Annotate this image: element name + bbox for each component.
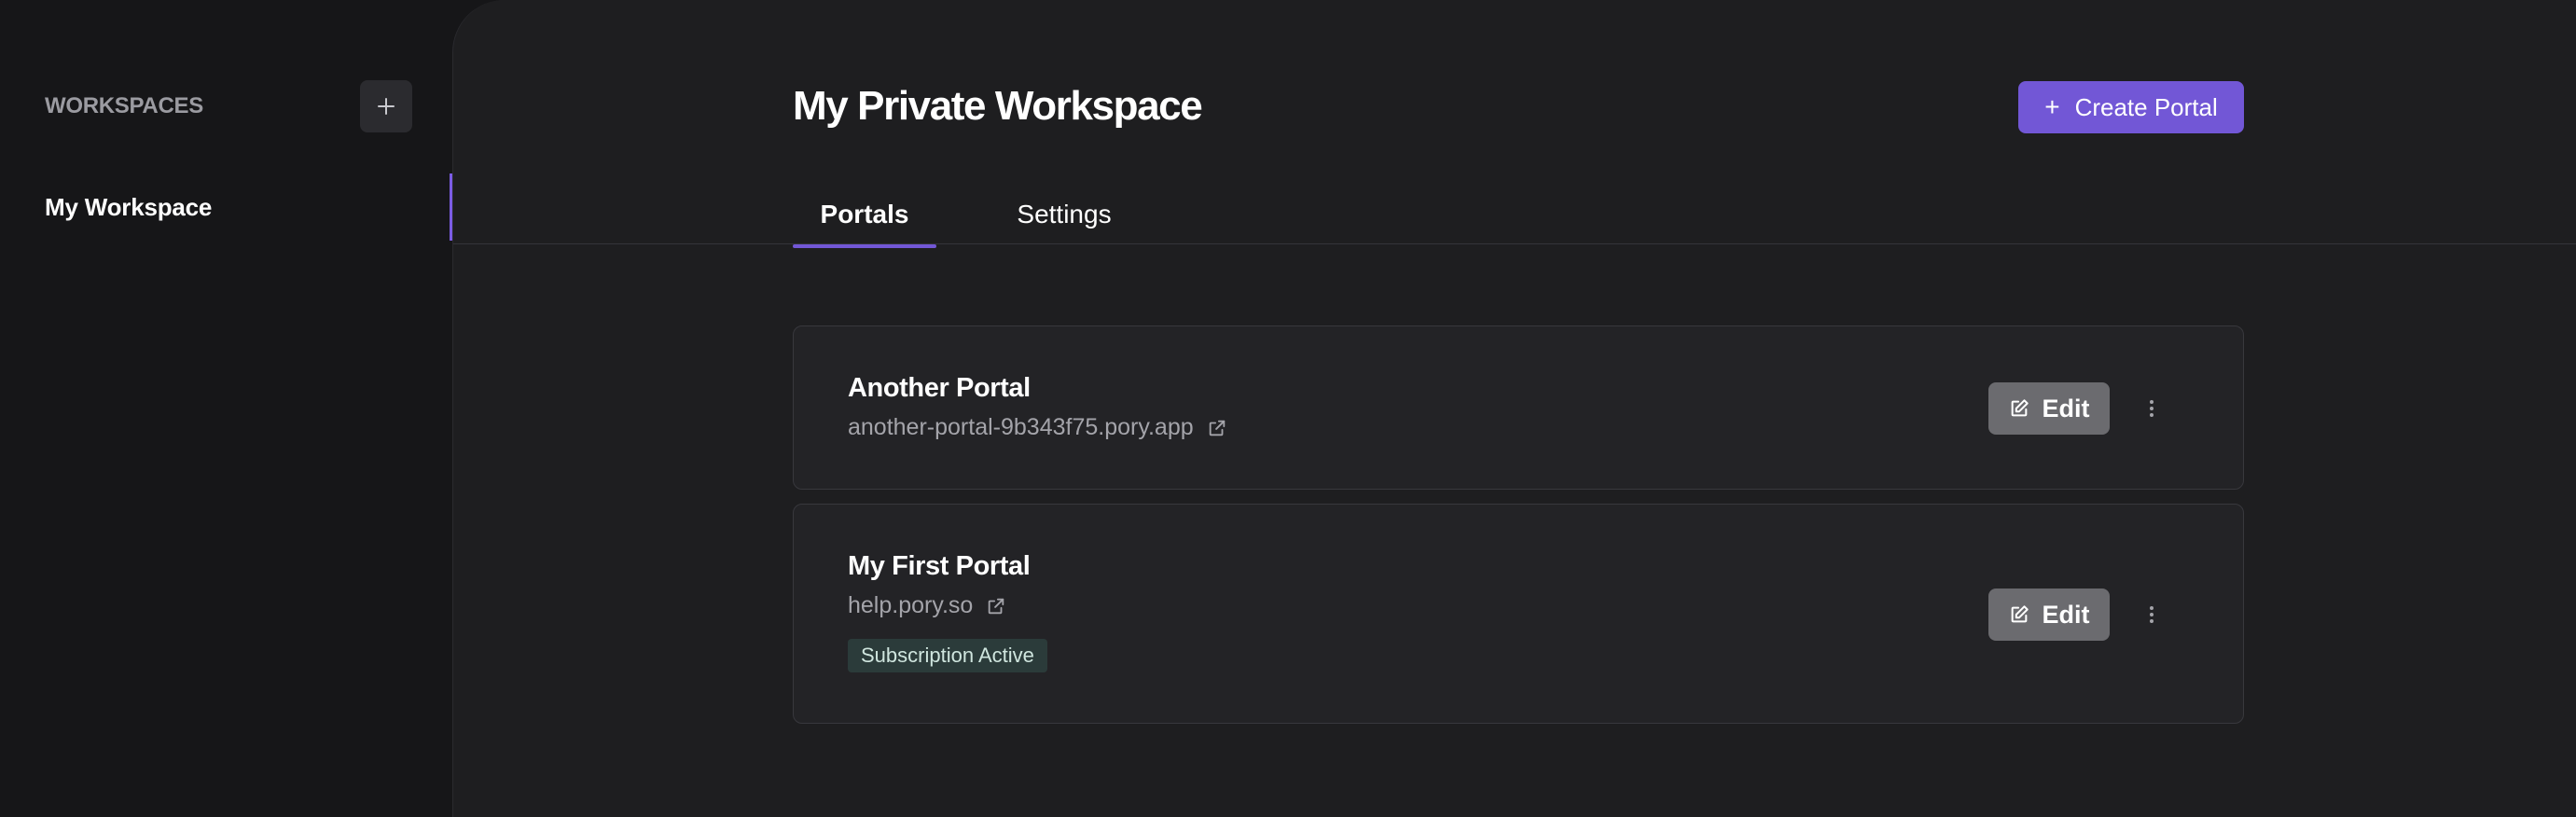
edit-icon — [2011, 399, 2029, 417]
plus-icon — [378, 98, 395, 115]
tab-portals[interactable]: Portals — [793, 200, 936, 248]
portal-name: My First Portal — [848, 551, 1031, 581]
edit-button[interactable]: Edit — [1988, 382, 2110, 435]
edit-button[interactable]: Edit — [1988, 589, 2110, 641]
portal-url: help.pory.so — [848, 592, 974, 618]
more-options-button[interactable] — [2133, 390, 2170, 427]
portal-card: Another Portal another-portal-9b343f75.p… — [793, 325, 2244, 490]
portal-name: Another Portal — [848, 373, 1031, 403]
portal-url-link[interactable]: another-portal-9b343f75.pory.app — [848, 414, 1227, 441]
workspaces-title: WORKSPACES — [45, 93, 203, 118]
plus-icon: + — [2044, 92, 2060, 121]
portal-url: another-portal-9b343f75.pory.app — [848, 414, 1194, 440]
page-title: My Private Workspace — [793, 83, 1203, 129]
main-panel: My Private Workspace + Create Portal Por… — [452, 0, 2576, 817]
sidebar-item-label: My Workspace — [45, 192, 213, 221]
more-vertical-icon — [2150, 606, 2154, 623]
workspaces-header: WORKSPACES — [45, 80, 412, 132]
app-window: WORKSPACES My Workspace My Private Works… — [0, 0, 2576, 817]
tabs-divider — [453, 243, 2576, 244]
status-badge: Subscription Active — [848, 639, 1047, 672]
external-link-icon — [1209, 420, 1225, 436]
more-options-button[interactable] — [2133, 596, 2170, 633]
sidebar-item-my-workspace[interactable]: My Workspace — [0, 173, 452, 241]
active-tab-underline — [793, 244, 936, 248]
more-vertical-icon — [2150, 400, 2154, 417]
tab-portals-label: Portals — [820, 200, 909, 228]
edit-icon — [2011, 605, 2029, 623]
create-portal-button[interactable]: + Create Portal — [2018, 81, 2244, 133]
add-workspace-button[interactable] — [360, 80, 412, 132]
sidebar: WORKSPACES My Workspace — [0, 0, 452, 817]
edit-label: Edit — [2042, 600, 2090, 629]
portal-url-link[interactable]: help.pory.so — [848, 592, 1006, 619]
external-link-icon — [989, 598, 1004, 614]
tab-settings-label: Settings — [1017, 200, 1112, 228]
edit-label: Edit — [2042, 394, 2090, 422]
tab-settings[interactable]: Settings — [1004, 200, 1125, 246]
create-portal-label: Create Portal — [2074, 92, 2218, 121]
portal-card: My First Portal help.pory.so Subscriptio… — [793, 504, 2244, 724]
